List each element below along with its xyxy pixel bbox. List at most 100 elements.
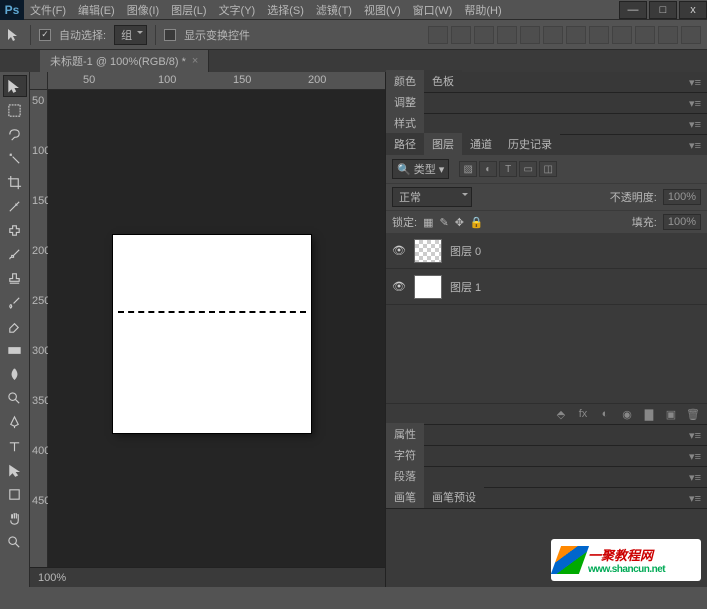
tab-character[interactable]: 字符: [386, 444, 424, 466]
align-icon[interactable]: [566, 26, 586, 44]
menu-layer[interactable]: 图层(L): [165, 0, 212, 20]
tab-color[interactable]: 颜色: [386, 70, 424, 92]
layer-filter-dropdown[interactable]: 🔍 类型 ▾: [392, 159, 449, 179]
fill-value[interactable]: 100%: [663, 214, 701, 230]
mask-icon[interactable]: ◐: [597, 407, 613, 421]
canvas-viewport[interactable]: [48, 90, 385, 567]
align-icon[interactable]: [474, 26, 494, 44]
blend-mode-dropdown[interactable]: 正常: [392, 187, 472, 207]
blur-tool[interactable]: [3, 363, 27, 385]
opacity-value[interactable]: 100%: [663, 189, 701, 205]
menu-edit[interactable]: 编辑(E): [72, 0, 121, 20]
link-icon[interactable]: ⬘: [553, 407, 569, 421]
align-icon[interactable]: [428, 26, 448, 44]
panel-menu-icon[interactable]: ▾≡: [683, 468, 707, 487]
tab-history[interactable]: 历史记录: [500, 133, 560, 155]
close-button[interactable]: x: [679, 1, 707, 19]
menu-type[interactable]: 文字(Y): [213, 0, 262, 20]
menu-help[interactable]: 帮助(H): [458, 0, 507, 20]
lock-pos-icon[interactable]: ✥: [455, 216, 464, 229]
adjustment-icon[interactable]: ◉: [619, 407, 635, 421]
lock-pixel-icon[interactable]: ✎: [439, 216, 448, 229]
gradient-tool[interactable]: [3, 339, 27, 361]
wand-tool[interactable]: [3, 147, 27, 169]
align-icon[interactable]: [520, 26, 540, 44]
pen-tool[interactable]: [3, 411, 27, 433]
tab-brush-presets[interactable]: 画笔预设: [424, 486, 484, 508]
filter-adjust-icon[interactable]: ◐: [479, 161, 497, 177]
history-brush-tool[interactable]: [3, 291, 27, 313]
menu-filter[interactable]: 滤镜(T): [310, 0, 358, 20]
menu-window[interactable]: 窗口(W): [407, 0, 459, 20]
align-icon[interactable]: [635, 26, 655, 44]
align-icon[interactable]: [543, 26, 563, 44]
tab-properties[interactable]: 属性: [386, 423, 424, 445]
path-select-tool[interactable]: [3, 459, 27, 481]
shape-tool[interactable]: [3, 483, 27, 505]
layer-name[interactable]: 图层 0: [450, 243, 481, 259]
tab-styles[interactable]: 样式: [386, 112, 424, 134]
menu-view[interactable]: 视图(V): [358, 0, 407, 20]
move-tool[interactable]: [3, 75, 27, 97]
canvas[interactable]: [113, 235, 311, 433]
align-icon[interactable]: [681, 26, 701, 44]
align-icon[interactable]: [612, 26, 632, 44]
fx-icon[interactable]: fx: [575, 407, 591, 421]
auto-select-dropdown[interactable]: 组: [114, 25, 147, 45]
panel-menu-icon[interactable]: ▾≡: [683, 94, 707, 113]
lasso-tool[interactable]: [3, 123, 27, 145]
document-tab[interactable]: 未标题-1 @ 100%(RGB/8) * ×: [40, 50, 209, 72]
layer-thumbnail[interactable]: [414, 239, 442, 263]
ruler-vertical[interactable]: 50 100 150 200 250 300 350 400 450: [30, 90, 48, 567]
brush-tool[interactable]: [3, 243, 27, 265]
lock-all-icon[interactable]: 🔒: [470, 216, 484, 229]
panel-menu-icon[interactable]: ▾≡: [683, 447, 707, 466]
panel-menu-icon[interactable]: ▾≡: [683, 136, 707, 155]
align-icon[interactable]: [589, 26, 609, 44]
close-tab-icon[interactable]: ×: [192, 55, 198, 67]
tab-brush[interactable]: 画笔: [386, 486, 424, 508]
layer-thumbnail[interactable]: [414, 275, 442, 299]
dodge-tool[interactable]: [3, 387, 27, 409]
eraser-tool[interactable]: [3, 315, 27, 337]
eyedropper-tool[interactable]: [3, 195, 27, 217]
menu-select[interactable]: 选择(S): [261, 0, 310, 20]
maximize-button[interactable]: □: [649, 1, 677, 19]
stamp-tool[interactable]: [3, 267, 27, 289]
menu-image[interactable]: 图像(I): [121, 0, 165, 20]
menu-file[interactable]: 文件(F): [24, 0, 72, 20]
layer-item[interactable]: 👁 图层 1: [386, 269, 707, 305]
filter-smart-icon[interactable]: ◫: [539, 161, 557, 177]
tab-paragraph[interactable]: 段落: [386, 465, 424, 487]
visibility-icon[interactable]: 👁: [392, 244, 406, 257]
panel-menu-icon[interactable]: ▾≡: [683, 489, 707, 508]
minimize-button[interactable]: —: [619, 1, 647, 19]
panel-menu-icon[interactable]: ▾≡: [683, 115, 707, 134]
tab-adjustments[interactable]: 调整: [386, 91, 424, 113]
type-tool[interactable]: [3, 435, 27, 457]
layer-name[interactable]: 图层 1: [450, 279, 481, 295]
tab-paths[interactable]: 路径: [386, 133, 424, 155]
trash-icon[interactable]: 🗑: [685, 407, 701, 421]
filter-shape-icon[interactable]: ▭: [519, 161, 537, 177]
zoom-level[interactable]: 100%: [38, 572, 66, 584]
tab-channels[interactable]: 通道: [462, 133, 500, 155]
tab-swatches[interactable]: 色板: [424, 70, 462, 92]
lock-trans-icon[interactable]: ▦: [423, 216, 433, 229]
zoom-tool[interactable]: [3, 531, 27, 553]
auto-select-checkbox[interactable]: [39, 29, 51, 41]
align-icon[interactable]: [497, 26, 517, 44]
crop-tool[interactable]: [3, 171, 27, 193]
new-layer-icon[interactable]: ▣: [663, 407, 679, 421]
align-icon[interactable]: [451, 26, 471, 44]
hand-tool[interactable]: [3, 507, 27, 529]
filter-pixel-icon[interactable]: ▧: [459, 161, 477, 177]
filter-type-icon[interactable]: T: [499, 161, 517, 177]
panel-menu-icon[interactable]: ▾≡: [683, 73, 707, 92]
marquee-tool[interactable]: [3, 99, 27, 121]
panel-menu-icon[interactable]: ▾≡: [683, 426, 707, 445]
ruler-horizontal[interactable]: 50 100 150 200: [48, 72, 385, 90]
heal-tool[interactable]: [3, 219, 27, 241]
group-icon[interactable]: ▇: [641, 407, 657, 421]
tab-layers[interactable]: 图层: [424, 133, 462, 155]
